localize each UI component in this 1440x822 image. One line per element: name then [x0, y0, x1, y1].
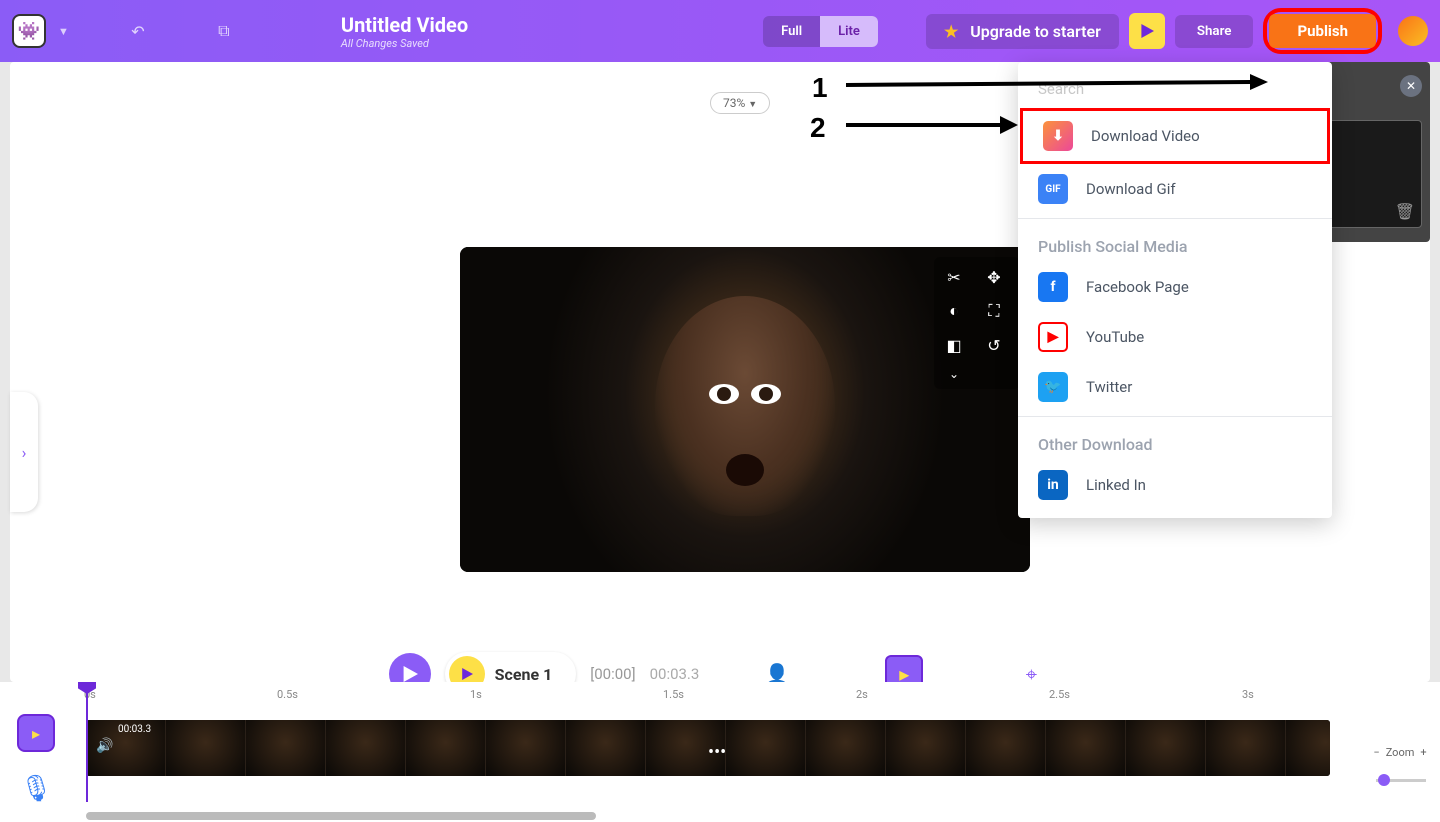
- upgrade-button[interactable]: ★ Upgrade to starter: [926, 14, 1119, 49]
- cut-icon[interactable]: ✂: [940, 263, 968, 291]
- youtube-icon: ▶: [1038, 322, 1068, 352]
- clip-duration-label: 00:03.3: [118, 724, 151, 735]
- publish-button[interactable]: Publish: [1269, 14, 1376, 48]
- zoom-label: Zoom: [1386, 746, 1415, 759]
- share-button[interactable]: Share: [1175, 15, 1254, 48]
- top-bar: 👾 ▼ ↶ ⧉ Untitled Video All Changes Saved…: [0, 0, 1440, 62]
- timeline-area: ▸ 🎙 0s 0.5s 1s 1.5s 2s 2.5s 3s 🔊 00:03.3…: [0, 682, 1440, 822]
- timeline-scrollbar[interactable]: [86, 812, 596, 820]
- app-logo[interactable]: 👾: [12, 14, 46, 48]
- move-icon[interactable]: ✥: [980, 263, 1008, 291]
- publish-dropdown-menu: Search ⬇ Download Video GIF Download Gif…: [1018, 62, 1332, 518]
- timeline-main[interactable]: 0s 0.5s 1s 1.5s 2s 2.5s 3s 🔊 00:03.3 •••: [72, 682, 1360, 822]
- timeline-playhead[interactable]: [86, 682, 88, 802]
- side-expand-tab[interactable]: ›: [10, 392, 38, 512]
- clip-more-icon[interactable]: •••: [708, 742, 726, 763]
- chevron-down-icon: ▼: [748, 100, 757, 110]
- zoom-slider[interactable]: [1376, 779, 1426, 782]
- mode-toggle: Full Lite: [763, 16, 878, 47]
- timeline-left-tools: ▸ 🎙: [0, 682, 72, 822]
- preview-play-button[interactable]: [1129, 13, 1165, 49]
- annotation-arrow-2: [840, 110, 1020, 140]
- logo-dropdown-icon[interactable]: ▼: [58, 25, 69, 38]
- fit-icon[interactable]: ⛶: [980, 297, 1008, 325]
- facebook-option[interactable]: f Facebook Page: [1018, 262, 1332, 312]
- rotate-icon[interactable]: ↺: [980, 331, 1008, 359]
- zoom-dropdown[interactable]: 73% ▼: [710, 92, 770, 114]
- youtube-option[interactable]: ▶ YouTube: [1018, 312, 1332, 362]
- twitter-option[interactable]: 🐦 Twitter: [1018, 362, 1332, 412]
- star-icon: ★: [944, 22, 958, 41]
- social-section-header: Publish Social Media: [1018, 223, 1332, 262]
- upgrade-label: Upgrade to starter: [970, 22, 1101, 41]
- mask-icon[interactable]: ◧: [940, 331, 968, 359]
- twitter-icon: 🐦: [1038, 372, 1068, 402]
- more-tools-icon[interactable]: ⌄: [940, 365, 968, 383]
- undo-button[interactable]: ↶: [121, 14, 155, 48]
- mode-full-button[interactable]: Full: [763, 16, 820, 47]
- zoom-minus[interactable]: −: [1373, 746, 1379, 759]
- annotation-arrow-1: [840, 70, 1270, 100]
- time-total: 00:03.3: [650, 665, 700, 683]
- menu-divider: [1018, 218, 1332, 219]
- video-preview-frame[interactable]: ✂ ✥ ◐ ⛶ ◧ ↺ ⌄: [460, 247, 1030, 572]
- user-avatar[interactable]: [1398, 16, 1428, 46]
- facebook-icon: f: [1038, 272, 1068, 302]
- annotation-number-1: 1: [812, 72, 828, 104]
- timeline-video-track-icon[interactable]: ▸: [17, 714, 55, 752]
- delete-clip-icon[interactable]: 🗑: [1395, 202, 1415, 221]
- scene-label: Scene 1: [495, 665, 553, 684]
- timeline-clip[interactable]: 🔊 00:03.3 •••: [86, 720, 1330, 776]
- linkedin-icon: in: [1038, 470, 1068, 500]
- annotation-number-2: 2: [810, 112, 826, 144]
- download-gif-option[interactable]: GIF Download Gif: [1018, 164, 1332, 214]
- other-section-header: Other Download: [1018, 421, 1332, 460]
- timeline-zoom-control: − Zoom +: [1360, 682, 1440, 822]
- close-panel-button[interactable]: ✕: [1400, 75, 1422, 97]
- download-video-icon: ⬇: [1043, 121, 1073, 151]
- clip-volume-icon[interactable]: 🔊: [96, 738, 113, 754]
- menu-divider: [1018, 416, 1332, 417]
- video-tool-overlay: ✂ ✥ ◐ ⛶ ◧ ↺ ⌄: [934, 257, 1020, 389]
- gif-icon: GIF: [1038, 174, 1068, 204]
- linkedin-option[interactable]: in Linked In: [1018, 460, 1332, 510]
- video-title[interactable]: Untitled Video: [341, 13, 468, 37]
- time-current: [00:00]: [590, 665, 635, 683]
- timeline-ruler[interactable]: 0s 0.5s 1s 1.5s 2s 2.5s 3s: [72, 682, 1360, 710]
- zoom-slider-wrap: [1376, 779, 1426, 782]
- zoom-plus[interactable]: +: [1420, 746, 1426, 759]
- publish-highlight-annotation: Publish: [1263, 8, 1382, 54]
- download-video-option[interactable]: ⬇ Download Video: [1020, 108, 1330, 164]
- timeline-audio-track-icon[interactable]: 🎙: [17, 770, 55, 808]
- copy-button[interactable]: ⧉: [207, 14, 241, 48]
- save-status: All Changes Saved: [341, 37, 468, 50]
- contrast-icon[interactable]: ◐: [940, 297, 968, 325]
- title-block: Untitled Video All Changes Saved: [341, 13, 468, 50]
- mode-lite-button[interactable]: Lite: [820, 16, 878, 47]
